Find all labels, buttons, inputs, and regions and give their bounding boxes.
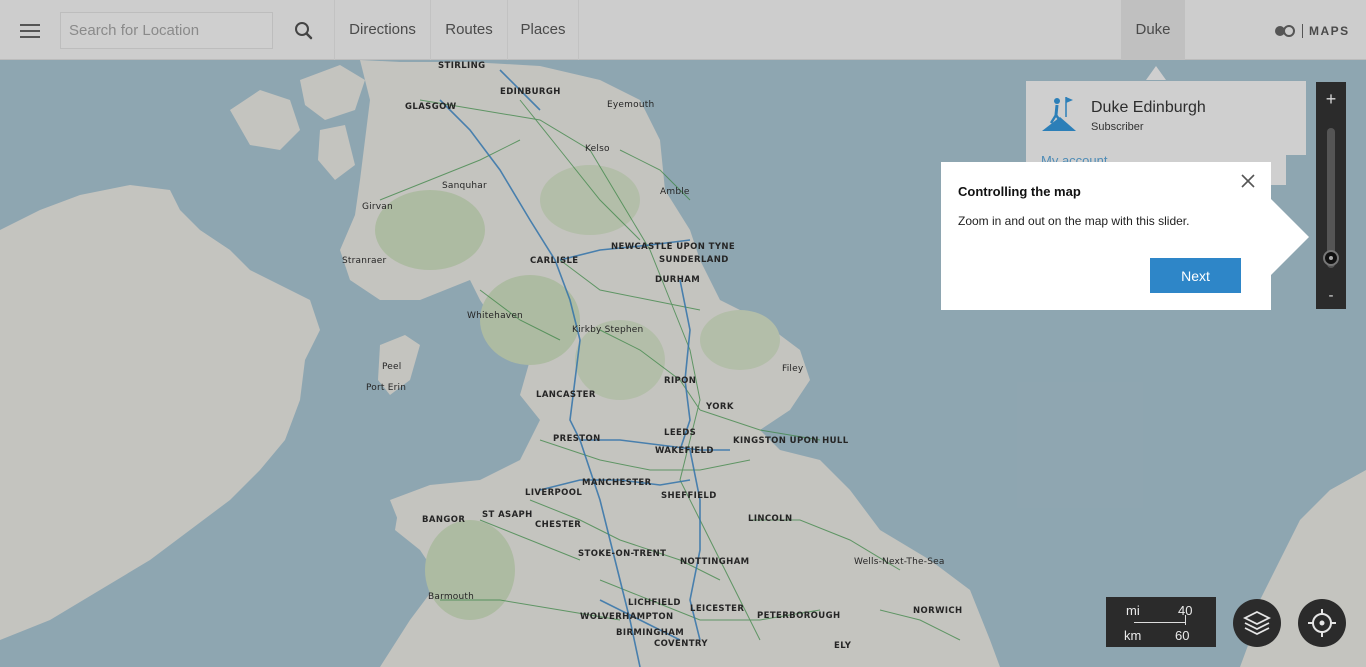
map-label: PRESTON: [553, 434, 601, 444]
scale-mi-label: mi: [1126, 603, 1140, 618]
map-label: Whitehaven: [467, 311, 523, 321]
map-label: Sanquhar: [442, 181, 487, 191]
search-input[interactable]: [60, 12, 273, 49]
scale-tick: [1185, 615, 1186, 625]
map-label: SHEFFIELD: [661, 491, 717, 501]
map-label: Port Erin: [366, 383, 407, 393]
logo[interactable]: MAPS: [1274, 22, 1350, 40]
map-label: Girvan: [362, 202, 393, 212]
hiker-avatar-icon: [1040, 95, 1078, 138]
zoom-control: + -: [1316, 82, 1346, 309]
map-label: EDINBURGH: [500, 87, 561, 97]
map-label: LICHFIELD: [628, 598, 681, 608]
nav-directions[interactable]: Directions: [334, 0, 430, 60]
tour-tooltip: Controlling the map Zoom in and out on t…: [941, 162, 1271, 310]
map-label: GLASGOW: [405, 102, 457, 112]
scale-bar: mi 40 km 60: [1106, 597, 1216, 647]
map-label: ELY: [834, 641, 852, 651]
map-label: MANCHESTER: [582, 478, 652, 488]
map-label: Peel: [382, 362, 402, 372]
locate-me-button[interactable]: [1298, 599, 1346, 647]
map-label: CARLISLE: [530, 256, 579, 266]
logo-divider: [1302, 24, 1303, 38]
map-label: RIPON: [664, 376, 697, 386]
logo-text: MAPS: [1309, 24, 1350, 38]
scale-line: [1134, 622, 1186, 623]
zoom-in-button[interactable]: +: [1316, 84, 1346, 114]
map-label: CHESTER: [535, 520, 582, 530]
map-label: NEWCASTLE UPON TYNE: [611, 242, 736, 252]
tooltip-title: Controlling the map: [958, 184, 1081, 199]
map-label: STOKE-ON-TRENT: [578, 549, 667, 559]
map-label: Kelso: [585, 144, 610, 154]
map-label: KINGSTON UPON HULL: [733, 436, 849, 446]
user-menu-tab[interactable]: Duke: [1121, 0, 1185, 60]
user-menu-caret: [1146, 66, 1166, 80]
map-label: ST ASAPH: [482, 510, 533, 520]
map-label: NOTTINGHAM: [680, 557, 750, 567]
nav-routes[interactable]: Routes: [430, 0, 507, 60]
map-label: BIRMINGHAM: [616, 628, 685, 638]
layers-icon: [1242, 610, 1272, 636]
map-label: DURHAM: [655, 275, 701, 285]
layers-button[interactable]: [1233, 599, 1281, 647]
map-label: Barmouth: [428, 592, 475, 602]
map-label: Stranraer: [342, 256, 387, 266]
map-label: NORWICH: [913, 606, 963, 616]
scale-km-value: 60: [1175, 628, 1190, 643]
map-label: LEICESTER: [690, 604, 745, 614]
user-menu-panel: Duke Edinburgh Subscriber: [1026, 81, 1306, 155]
map-label: STIRLING: [438, 61, 486, 71]
map-label: LIVERPOOL: [525, 488, 583, 498]
map-label: LINCOLN: [748, 514, 793, 524]
hamburger-menu-icon[interactable]: [10, 14, 50, 48]
top-bar: Directions Routes Places Duke MAPS: [0, 0, 1366, 60]
map-label: COVENTRY: [654, 639, 708, 649]
user-role: Subscriber: [1091, 121, 1144, 133]
map-label: LANCASTER: [536, 390, 596, 400]
user-name: Duke Edinburgh: [1091, 99, 1206, 116]
map-label: BANGOR: [422, 515, 466, 525]
os-logo-icon: [1275, 25, 1295, 37]
map-label: YORK: [706, 402, 734, 412]
tooltip-body: Zoom in and out on the map with this sli…: [958, 214, 1190, 228]
map-label: WOLVERHAMPTON: [580, 612, 674, 622]
map-label: PETERBOROUGH: [757, 611, 841, 621]
crosshair-icon: [1308, 609, 1336, 637]
search-icon[interactable]: [284, 12, 324, 49]
map-label: Amble: [660, 187, 690, 197]
zoom-slider-track[interactable]: [1327, 128, 1335, 268]
map-label: Filey: [782, 364, 804, 374]
close-icon[interactable]: [1239, 172, 1257, 190]
map-label: Kirkby Stephen: [572, 325, 644, 335]
map-label: SUNDERLAND: [659, 255, 729, 265]
nav-places[interactable]: Places: [507, 0, 579, 60]
map-label: WAKEFIELD: [655, 446, 714, 456]
zoom-out-button[interactable]: -: [1316, 281, 1346, 311]
map-label: Wells-Next-The-Sea: [854, 557, 945, 567]
scale-km-label: km: [1124, 628, 1142, 643]
map-label: Eyemouth: [607, 100, 655, 110]
next-button[interactable]: Next: [1150, 258, 1241, 293]
zoom-slider-handle[interactable]: [1323, 250, 1339, 266]
map-label: LEEDS: [664, 428, 697, 438]
tooltip-arrow: [1270, 198, 1309, 276]
